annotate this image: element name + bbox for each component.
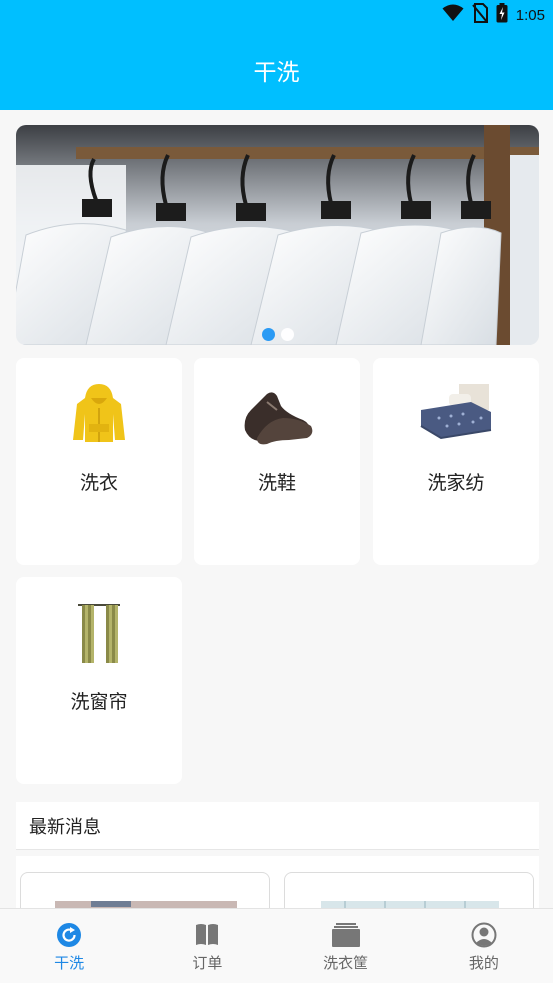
tab-laundry-basket[interactable]: 洗衣筐 (277, 909, 415, 983)
service-label: 洗衣 (79, 472, 118, 494)
tab-label: 洗衣筐 (323, 954, 369, 972)
tab-orders[interactable]: 订单 (138, 909, 276, 983)
tab-label: 我的 (468, 954, 499, 972)
service-card-wash-clothes[interactable]: 洗衣 (16, 358, 182, 565)
leather-shoes-icon (194, 380, 360, 448)
news-card[interactable] (20, 872, 270, 908)
wifi-icon (442, 4, 464, 26)
service-card-wash-curtains[interactable]: 洗窗帘 (16, 577, 182, 784)
service-card-wash-home-textiles[interactable]: 洗家纺 (373, 358, 539, 565)
carousel-dot-active[interactable] (261, 328, 275, 341)
refresh-icon (56, 922, 82, 948)
news-section-title: 最新消息 (29, 816, 101, 838)
tab-dry-clean[interactable]: 干洗 (0, 909, 138, 983)
news-thumbnail (55, 901, 237, 908)
carousel-indicator (16, 328, 539, 341)
book-icon (194, 922, 220, 948)
banner-carousel[interactable] (16, 125, 539, 345)
service-label: 洗鞋 (257, 472, 296, 494)
tab-label: 订单 (192, 954, 223, 972)
tab-label: 干洗 (54, 954, 85, 972)
banner-image (16, 125, 539, 345)
news-thumbnail (321, 901, 499, 908)
carousel-dot[interactable] (280, 328, 294, 341)
curtain-icon (16, 599, 182, 667)
service-label: 洗家纺 (427, 472, 485, 494)
user-icon (471, 922, 497, 948)
bottom-tab-bar: 干洗 订单 洗衣筐 我的 (0, 908, 553, 983)
yellow-hoodie-icon (16, 380, 182, 448)
battery-charging-icon (496, 3, 508, 27)
news-section-header: 最新消息 (16, 802, 539, 850)
status-bar: 1:05 (0, 0, 553, 30)
status-time: 1:05 (515, 6, 545, 24)
main-content[interactable]: 洗衣 洗鞋 洗家纺 洗窗帘 最新消息 (0, 110, 553, 908)
service-card-wash-shoes[interactable]: 洗鞋 (194, 358, 360, 565)
service-label: 洗窗帘 (70, 691, 128, 713)
app-bar: 干洗 (0, 30, 553, 110)
news-list[interactable] (16, 856, 539, 908)
basket-icon (331, 922, 360, 948)
bed-icon (373, 380, 539, 448)
status-icons: 1:05 (442, 3, 545, 27)
no-sim-icon (472, 3, 488, 27)
news-card[interactable] (284, 872, 534, 908)
tab-mine[interactable]: 我的 (415, 909, 553, 983)
page-title: 干洗 (253, 60, 300, 86)
